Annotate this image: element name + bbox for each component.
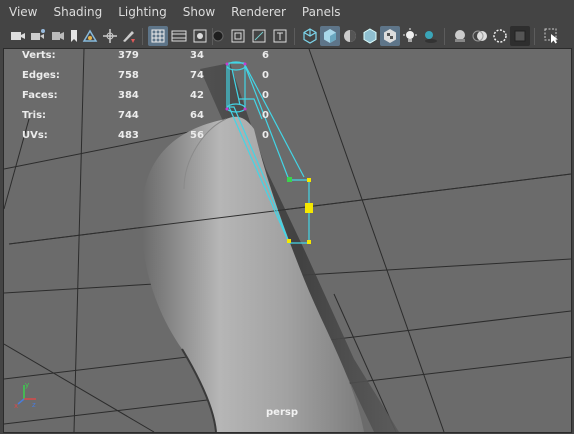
hud-uvs-component: 0 [262,130,269,141]
hud-label-uvs: UVs: [22,130,48,141]
hud-faces-selected: 42 [190,90,204,101]
field-chart-icon[interactable] [228,26,248,46]
hud-tris-total: 744 [118,110,139,121]
camera-icon[interactable] [8,26,28,46]
use-all-lights-icon[interactable] [400,26,420,46]
menu-lighting[interactable]: Lighting [118,5,167,19]
hud-label-faces: Faces: [22,90,58,101]
hud-faces-total: 384 [118,90,139,101]
menu-view[interactable]: View [9,5,37,19]
camera-attributes-icon[interactable] [28,26,48,46]
3d-viewport[interactable]: Verts: 379 34 6 Edges: 758 74 0 Faces: 3… [3,48,572,433]
menu-shading[interactable]: Shading [53,5,102,19]
viewport-scene [4,49,571,432]
toolbar-separator [444,28,445,45]
motion-blur-icon[interactable] [470,26,490,46]
hud-uvs-total: 483 [118,130,139,141]
shoulder-mesh [141,116,364,432]
screen-space-ao-icon[interactable] [450,26,470,46]
film-gate-icon[interactable] [169,26,189,46]
hud-tris-selected: 64 [190,110,204,121]
resolution-gate-icon[interactable] [190,26,210,46]
hud-verts-total: 379 [118,50,139,61]
hud-edges-total: 758 [118,70,139,81]
grease-pencil-icon[interactable] [100,26,120,46]
toolbar-separator [534,28,535,45]
menu-panels[interactable]: Panels [302,5,341,19]
two-d-pan-zoom-icon[interactable] [80,26,100,46]
hud-tris-component: 0 [262,110,269,121]
pencil-icon[interactable] [118,26,138,46]
maya-viewport-panel: View Shading Lighting Show Renderer Pane… [0,0,574,434]
hud-verts-component: 6 [262,50,269,61]
anti-aliasing-icon[interactable] [490,26,510,46]
hud-edges-component: 0 [262,70,269,81]
hud-uvs-selected: 56 [190,130,204,141]
toolbar-separator [294,28,295,45]
hud-edges-selected: 74 [190,70,204,81]
axis-label-x: x [14,402,18,409]
isolate-select-icon[interactable] [542,26,562,46]
hud-label-verts: Verts: [22,50,56,61]
wireframe-on-shaded-icon[interactable] [360,26,380,46]
menu-renderer[interactable]: Renderer [231,5,286,19]
hud-verts-selected: 34 [190,50,204,61]
default-material-icon[interactable] [340,26,360,46]
textured-icon[interactable] [380,26,400,46]
menu-show[interactable]: Show [183,5,215,19]
wireframe-icon[interactable] [300,26,320,46]
toolbar-separator [142,28,143,45]
depth-of-field-icon[interactable] [510,26,530,46]
panel-menubar: View Shading Lighting Show Renderer Pane… [0,0,574,23]
camera-name-label: persp [266,407,298,418]
grid-icon[interactable] [148,26,168,46]
axis-gizmo-icon: y x z [14,381,36,409]
hud-label-edges: Edges: [22,70,60,81]
axis-label-y: y [25,381,29,389]
hud-label-tris: Tris: [22,110,47,121]
safe-action-icon[interactable] [249,26,269,46]
smooth-shade-icon[interactable] [320,26,340,46]
safe-title-icon[interactable] [270,26,290,46]
hud-faces-component: 0 [262,90,269,101]
axis-label-z: z [32,401,36,409]
shadows-icon[interactable] [420,26,440,46]
gate-mask-icon[interactable] [208,26,228,46]
